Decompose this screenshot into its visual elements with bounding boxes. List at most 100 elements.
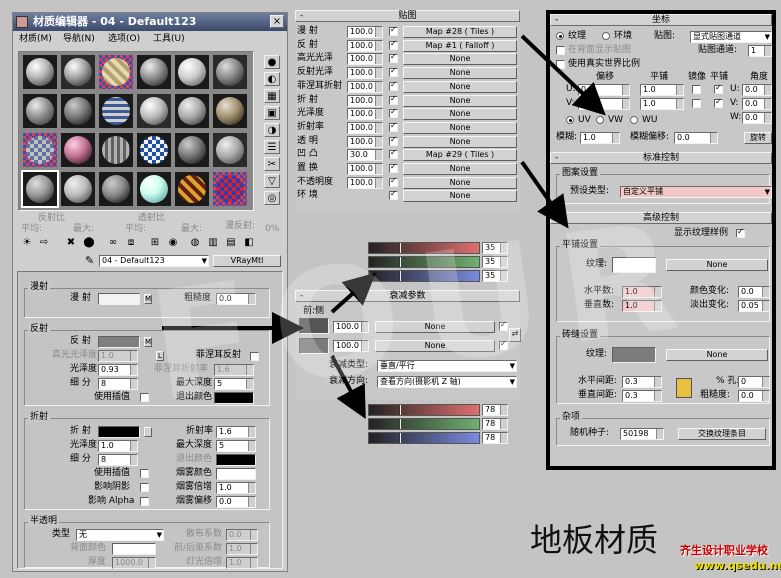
material-name-field[interactable]: 04 - Default123 (99, 255, 209, 267)
make-unique-icon[interactable]: ∞ (105, 236, 121, 250)
map-enable-checkbox[interactable] (389, 135, 398, 146)
front-amount-spinner[interactable]: 100.0 (333, 321, 369, 333)
curve-value-spinner[interactable]: 35 (482, 270, 508, 282)
back-color-swatch[interactable] (112, 543, 156, 555)
sample-slot[interactable] (61, 94, 95, 128)
side-map-checkbox[interactable] (499, 339, 508, 350)
side-amount-spinner[interactable]: 100.0 (333, 340, 369, 352)
material-type-button[interactable]: VRayMtl (213, 255, 281, 267)
holes-spinner[interactable]: 0 (738, 376, 770, 388)
map-enable-checkbox[interactable] (389, 80, 398, 91)
map-amount-spinner[interactable]: 100.0 (347, 121, 383, 134)
lock-icon[interactable] (676, 378, 692, 398)
close-icon[interactable]: × (270, 15, 284, 28)
front-color-swatch[interactable] (299, 318, 329, 334)
refract-exit-swatch[interactable] (216, 454, 256, 466)
ior-spinner[interactable]: 1.6 (216, 426, 256, 438)
sample-slot[interactable] (175, 172, 209, 206)
sample-slot[interactable] (99, 133, 133, 167)
v-tiling-spinner[interactable]: 1.0 (640, 98, 684, 110)
color-var-spinner[interactable]: 0.0 (738, 286, 770, 298)
map-enable-checkbox[interactable] (389, 94, 398, 105)
fresnel-checkbox[interactable] (250, 352, 259, 361)
map-amount-spinner[interactable]: 100.0 (347, 67, 383, 80)
sample-slot[interactable] (137, 172, 171, 206)
curve-handle[interactable] (399, 433, 401, 443)
blur-spinner[interactable]: 1.0 (580, 132, 620, 144)
exit-color-swatch[interactable] (214, 392, 254, 404)
rotate-button[interactable]: 旋转 (744, 132, 772, 144)
falloff-header[interactable]: - 衰减参数 (295, 290, 520, 302)
refract-gloss-spinner[interactable]: 1.0 (98, 440, 138, 452)
map-amount-spinner[interactable]: 100.0 (347, 108, 383, 121)
sample-slot[interactable] (23, 55, 57, 89)
tile-texture-swatch[interactable] (612, 257, 656, 273)
fb-coef-spinner[interactable]: 1.0 (226, 543, 258, 555)
curve-value-spinner[interactable]: 35 (482, 256, 508, 268)
sample-slot[interactable] (99, 172, 133, 206)
material-map-nav-icon[interactable]: ◧ (241, 236, 257, 250)
swap-colors-icon[interactable]: ⇄ (509, 328, 521, 342)
map-enable-checkbox[interactable] (389, 148, 398, 160)
fog-bias-spinner[interactable]: 0.0 (216, 496, 256, 508)
max-depth-spinner[interactable]: 5 (214, 378, 254, 390)
side-map-button[interactable]: None (375, 340, 495, 352)
fog-mult-spinner[interactable]: 1.0 (216, 482, 256, 494)
falloff-type-dropdown[interactable]: 垂直/平行 (377, 360, 517, 372)
make-preview-icon[interactable]: ☰ (264, 140, 280, 154)
curve-gradient-bar[interactable] (368, 432, 480, 444)
go-parent-icon[interactable]: ▥ (205, 236, 221, 250)
options-icon[interactable]: ✂ (264, 157, 280, 171)
v-angle-spinner[interactable]: 0.0 (742, 98, 772, 110)
map-slot-button[interactable]: Map #1 ( Falloff ) (403, 39, 517, 52)
affect-alpha-checkbox[interactable] (140, 497, 149, 506)
map-slot-button[interactable]: None (403, 190, 517, 203)
curve-value-spinner[interactable]: 35 (482, 242, 508, 254)
show-map-icon[interactable]: ◉ (165, 236, 181, 250)
navigator-icon[interactable]: ◎ (264, 191, 280, 205)
show-tex-checkbox[interactable] (736, 227, 745, 238)
sample-slot[interactable] (61, 133, 95, 167)
fresnel-ior-spinner[interactable]: 1.6 (214, 364, 254, 376)
roughness-spinner[interactable]: 0.0 (216, 293, 256, 305)
put-to-scene-icon[interactable]: ⇨ (36, 236, 52, 250)
u-offset-spinner[interactable]: 0.0 (578, 84, 630, 96)
curve-value-spinner[interactable]: 78 (482, 418, 508, 430)
go-sibling-icon[interactable]: ▤ (223, 236, 239, 250)
lock-hilight-button[interactable]: L (156, 351, 164, 361)
blur-offset-spinner[interactable]: 0.0 (674, 132, 718, 144)
curve-gradient-bar[interactable] (368, 418, 480, 430)
material-effects-icon[interactable]: ⊞ (147, 236, 163, 250)
sample-slot[interactable] (213, 172, 247, 206)
map-slot-button[interactable]: None (403, 163, 517, 175)
curve-gradient-bar[interactable] (368, 242, 480, 254)
sample-slot[interactable] (175, 55, 209, 89)
menu-material[interactable]: 材质(M) (19, 34, 52, 45)
side-color-swatch[interactable] (299, 338, 329, 354)
title-bar[interactable]: 材质编辑器 - 04 - Default123 × (13, 13, 287, 31)
seed-spinner[interactable]: 50198 (620, 428, 664, 440)
sample-slot[interactable] (213, 94, 247, 128)
trans-type-dropdown[interactable]: 无 (76, 529, 164, 541)
map-amount-spinner[interactable]: 100.0 (347, 26, 383, 38)
map-slot-button[interactable]: Map #29 ( Tiles ) (403, 149, 517, 162)
hilight-gloss-spinner[interactable]: 1.0 (98, 350, 138, 362)
std-ctrl-header[interactable]: - 标准控制 (550, 152, 772, 164)
u-tiling-spinner[interactable]: 1.0 (640, 84, 684, 96)
environ-radio[interactable] (602, 32, 610, 40)
preset-dropdown[interactable]: 自定义平铺 (620, 186, 772, 198)
map-amount-spinner[interactable]: 100.0 (347, 53, 383, 66)
menu-navigation[interactable]: 导航(N) (63, 34, 95, 45)
sample-slot[interactable] (175, 133, 209, 167)
menu-options[interactable]: 选项(O) (108, 34, 140, 45)
falloff-dir-dropdown[interactable]: 查看方向(摄影机 Z 轴) (377, 376, 517, 388)
map-slot-button[interactable]: None (403, 108, 517, 121)
sample-slot[interactable] (99, 94, 133, 128)
map-amount-spinner[interactable]: 30.0 (347, 149, 383, 162)
curve-handle[interactable] (399, 257, 401, 267)
show-back-checkbox[interactable] (556, 46, 565, 55)
map-amount-spinner[interactable]: 100.0 (347, 163, 383, 175)
v-mirror-checkbox[interactable] (692, 99, 701, 108)
sample-slot[interactable] (23, 94, 57, 128)
u-mirror-checkbox[interactable] (692, 85, 701, 94)
